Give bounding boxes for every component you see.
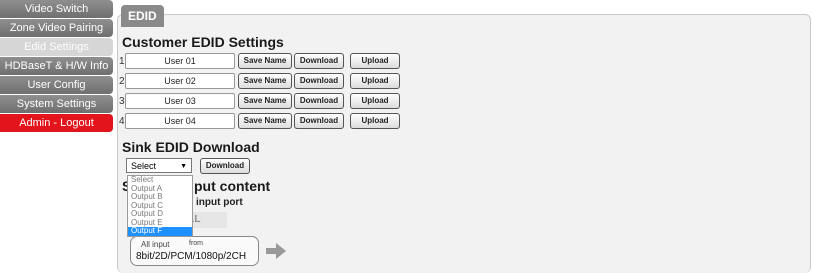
save-name-button[interactable]: Save Name [238,73,292,89]
sink-output-dropdown: Select Output A Output B Output C Output… [127,175,193,237]
panel-tab-edid: EDID [121,5,164,27]
upload-button[interactable]: Upload [350,73,400,89]
copy-box-from: from [189,240,203,247]
dropdown-option-selected[interactable]: Output F [128,226,192,236]
sink-output-select[interactable]: Select ▼ [126,158,192,173]
sidebar-nav: Video Switch Zone Video Pairing Edid Set… [0,0,113,133]
sink-download-button[interactable]: Download [200,158,250,174]
nav-user-config[interactable]: User Config [0,76,113,94]
upload-button[interactable]: Upload [350,93,400,109]
upload-button[interactable]: Upload [350,53,400,69]
upload-button[interactable]: Upload [350,113,400,129]
copy-source-box: All input from 8bit/2D/PCM/1080p/2CH [130,236,259,266]
row-number: 4 [119,116,125,127]
copy-box-line2: 8bit/2D/PCM/1080p/2CH [136,251,247,262]
nav-zone-video-pairing[interactable]: Zone Video Pairing [0,19,113,37]
arrow-right-icon[interactable] [266,243,286,259]
row-number: 3 [119,96,125,107]
user-name-input[interactable]: User 02 [125,73,235,89]
input-port-label: input port [196,197,243,208]
download-button[interactable]: Download [294,53,344,69]
download-button[interactable]: Download [294,93,344,109]
user-name-input[interactable]: User 04 [125,113,235,129]
nav-edid-settings[interactable]: Edid Settings [0,38,113,56]
customer-edid-title: Customer EDID Settings [122,34,284,50]
user-name-input[interactable]: User 03 [125,93,235,109]
save-name-button[interactable]: Save Name [238,53,292,69]
nav-admin-logout[interactable]: Admin - Logout [0,114,113,132]
nav-hdbaset-hw-info[interactable]: HDBaseT & H/W Info [0,57,113,75]
user-name-input[interactable]: User 01 [125,53,235,69]
save-name-button[interactable]: Save Name [238,93,292,109]
copy-title-end: put content [194,178,271,194]
download-button[interactable]: Download [294,73,344,89]
download-button[interactable]: Download [294,113,344,129]
row-number: 1 [119,56,125,67]
sink-edid-title: Sink EDID Download [122,139,260,155]
select-value: Select [131,161,157,171]
chevron-down-icon: ▼ [180,163,187,170]
copy-box-line1: All input [141,240,170,249]
nav-video-switch[interactable]: Video Switch [0,0,113,18]
save-name-button[interactable]: Save Name [238,113,292,129]
nav-system-settings[interactable]: System Settings [0,95,113,113]
row-number: 2 [119,76,125,87]
